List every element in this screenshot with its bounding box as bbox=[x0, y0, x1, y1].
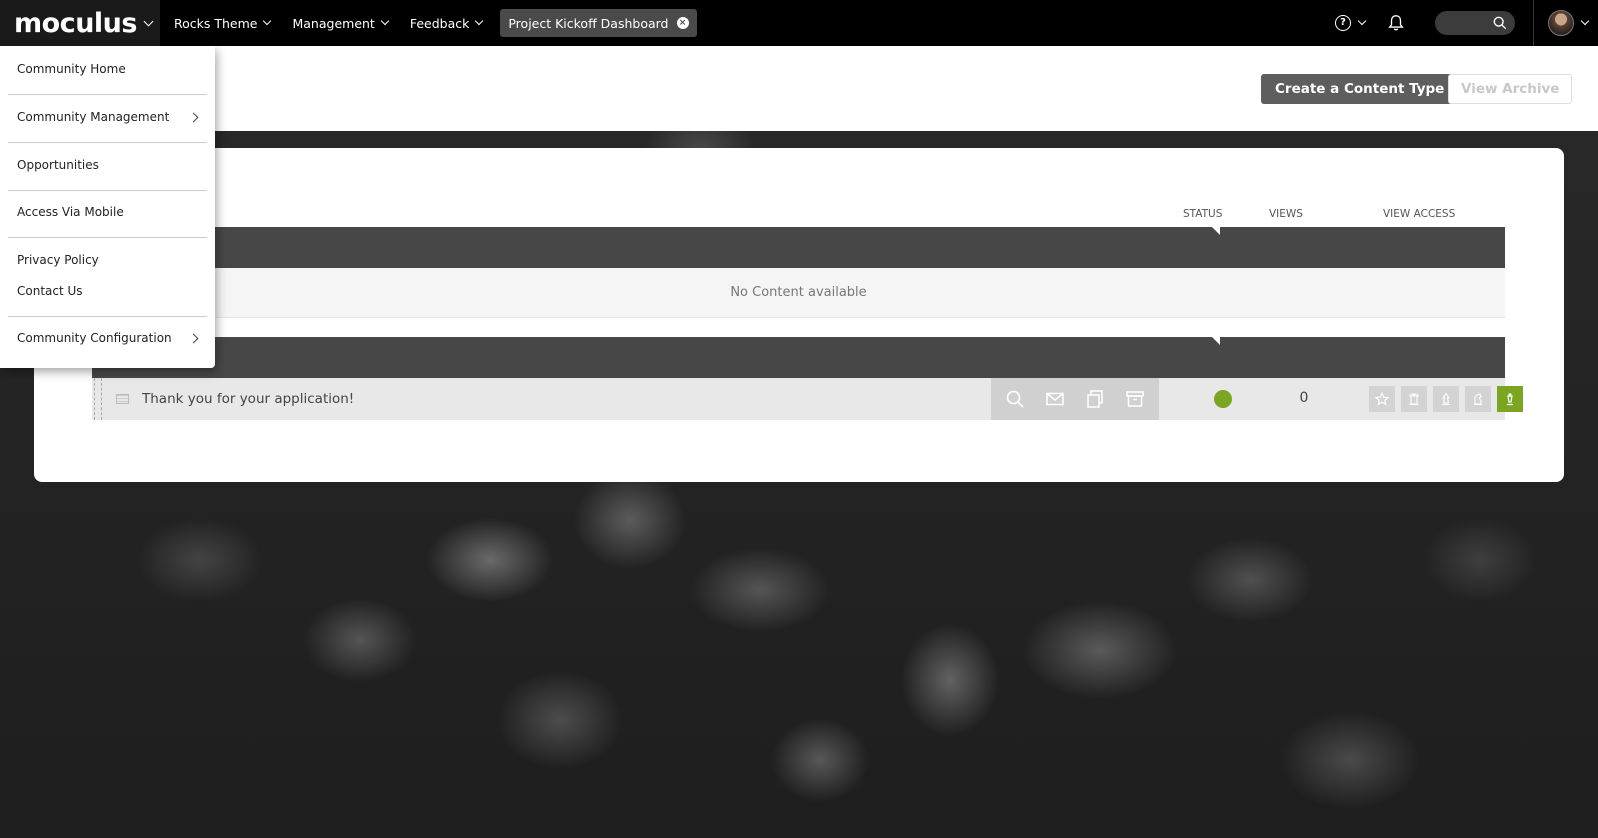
chevron-down-icon bbox=[263, 16, 272, 26]
column-header-views: VIEWS bbox=[1269, 208, 1303, 220]
brand-logo: moculus bbox=[14, 7, 137, 39]
chevron-down-icon bbox=[143, 16, 154, 26]
view-archive-button[interactable]: View Archive bbox=[1448, 74, 1573, 104]
view-access-icons bbox=[1369, 386, 1529, 412]
menu-item-contact-us[interactable]: Contact Us bbox=[8, 280, 207, 302]
menu-divider bbox=[8, 237, 207, 238]
menu-item-label: Community Home bbox=[17, 62, 126, 76]
copy-icon[interactable] bbox=[1085, 389, 1105, 409]
pawn-icon bbox=[1441, 392, 1451, 406]
search-icon bbox=[1493, 16, 1507, 30]
row-title: Thank you for your application! bbox=[142, 391, 355, 407]
table-row[interactable]: Thank you for your application! 0 bbox=[92, 378, 1523, 420]
status-indicator[interactable] bbox=[1214, 390, 1232, 408]
nav-management[interactable]: Management bbox=[292, 15, 390, 31]
page-header: nent Create a Content Type View Archive bbox=[0, 46, 1598, 131]
tower-icon bbox=[1409, 393, 1419, 406]
menu-divider bbox=[8, 316, 207, 317]
king-icon bbox=[1507, 393, 1513, 406]
row-actions bbox=[991, 378, 1159, 420]
menu-item-access-via-mobile[interactable]: Access Via Mobile bbox=[8, 201, 207, 223]
menu-item-privacy-policy[interactable]: Privacy Policy bbox=[8, 249, 207, 271]
user-menu[interactable] bbox=[1533, 0, 1598, 46]
drag-handle[interactable] bbox=[94, 378, 102, 420]
community-dropdown-menu: Community Home Community Management Oppo… bbox=[0, 46, 215, 368]
knight-icon bbox=[1474, 393, 1482, 406]
views-count: 0 bbox=[1299, 390, 1309, 406]
chevron-right-icon bbox=[188, 112, 199, 122]
menu-item-label: Privacy Policy bbox=[17, 253, 99, 267]
menu-item-label: Opportunities bbox=[17, 158, 99, 172]
menu-item-opportunities[interactable]: Opportunities bbox=[8, 154, 207, 176]
menu-divider bbox=[8, 190, 207, 191]
star-icon bbox=[1375, 392, 1389, 406]
access-level-5-button[interactable] bbox=[1497, 386, 1523, 412]
close-icon[interactable]: × bbox=[676, 17, 689, 29]
nav-rocks-theme[interactable]: Rocks Theme bbox=[174, 15, 272, 31]
menu-item-label: Community Management bbox=[17, 110, 170, 124]
menu-item-community-management[interactable]: Community Management bbox=[8, 106, 207, 128]
menu-item-community-home[interactable]: Community Home bbox=[8, 58, 207, 80]
mail-icon[interactable] bbox=[1045, 389, 1065, 409]
access-level-3-button[interactable] bbox=[1433, 386, 1459, 412]
nav-feedback[interactable]: Feedback bbox=[409, 15, 484, 31]
chevron-down-icon bbox=[1580, 16, 1590, 26]
menu-item-community-configuration[interactable]: Community Configuration bbox=[8, 327, 207, 349]
band-notch bbox=[1212, 337, 1220, 345]
column-header-status: STATUS bbox=[1183, 208, 1223, 220]
menu-divider bbox=[8, 94, 207, 95]
access-level-1-button[interactable] bbox=[1369, 386, 1395, 412]
nav-label: Feedback bbox=[409, 15, 470, 31]
chevron-down-icon bbox=[1357, 16, 1367, 26]
section-header-1 bbox=[92, 227, 1505, 269]
access-level-2-button[interactable] bbox=[1401, 386, 1427, 412]
menu-item-label: Contact Us bbox=[17, 284, 83, 298]
menu-divider bbox=[8, 142, 207, 143]
content-card: STATUS VIEWS VIEW ACCESS No Content avai… bbox=[34, 148, 1564, 482]
menu-item-label: Community Configuration bbox=[17, 331, 172, 345]
empty-state: No Content available bbox=[92, 268, 1505, 318]
access-level-4-button[interactable] bbox=[1465, 386, 1491, 412]
section-header-2: nt bbox=[92, 337, 1505, 379]
band-notch bbox=[1212, 227, 1220, 235]
nav-label: Management bbox=[292, 15, 375, 31]
search-input[interactable] bbox=[1435, 11, 1515, 35]
help-menu[interactable]: ? bbox=[1335, 15, 1367, 31]
bell-icon[interactable] bbox=[1387, 14, 1405, 32]
create-content-type-button[interactable]: Create a Content Type bbox=[1261, 74, 1459, 104]
avatar bbox=[1548, 10, 1574, 36]
chevron-down-icon bbox=[475, 16, 484, 26]
archive-icon[interactable] bbox=[1125, 389, 1145, 409]
dashboard-pill-label: Project Kickoff Dashboard bbox=[508, 15, 669, 31]
chevron-down-icon bbox=[380, 16, 390, 26]
nav-label: Rocks Theme bbox=[174, 15, 258, 31]
search-icon[interactable] bbox=[1005, 389, 1025, 409]
column-header-view-access: VIEW ACCESS bbox=[1383, 208, 1456, 220]
top-navigation-bar: moculus Rocks Theme Management Feedback … bbox=[0, 0, 1598, 46]
brand-menu-toggle[interactable]: moculus bbox=[0, 0, 160, 46]
document-icon bbox=[116, 394, 129, 404]
top-right-controls: ? bbox=[1335, 0, 1598, 46]
help-icon: ? bbox=[1335, 15, 1351, 31]
chevron-right-icon bbox=[188, 333, 199, 343]
dashboard-pill[interactable]: Project Kickoff Dashboard × bbox=[500, 9, 697, 37]
menu-item-label: Access Via Mobile bbox=[17, 205, 124, 219]
